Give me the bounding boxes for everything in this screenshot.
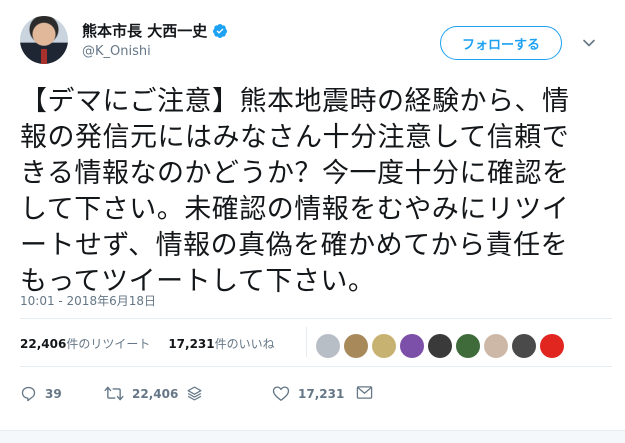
display-name-text: 熊本市長 大西一史 [82,22,208,40]
retweet-stat[interactable]: 22,406件のリツイート [20,335,150,352]
tweet-stats: 22,406件のリツイート 17,231件のいいね [20,335,275,352]
like-stat[interactable]: 17,231件のいいね [168,335,274,352]
author-avatar[interactable] [20,16,68,64]
liker-avatar[interactable] [456,334,480,358]
tweet-text: 【デマにご注意】熊本地震時の経験から、情 報の発信元にはみなさん十分注意して信頼… [20,86,570,297]
reply-count: 39 [45,386,62,401]
stack-action[interactable] [186,385,203,402]
verified-badge-icon [213,23,228,38]
reply-icon [21,386,36,402]
liker-avatar[interactable] [372,334,396,358]
message-action[interactable] [356,385,373,400]
envelope-icon [356,386,373,399]
liker-avatar[interactable] [428,334,452,358]
retweet-count: 22,406 [132,386,179,401]
reply-action[interactable]: 39 [20,385,62,402]
liker-avatar[interactable] [540,334,564,358]
layers-icon [187,386,202,401]
like-stat-label: 件のいいね [214,337,275,351]
retweet-action[interactable]: 22,406 [104,385,178,402]
retweet-icon [104,386,124,401]
author-handle[interactable]: @K_Onishi [82,44,151,59]
liker-avatar[interactable] [484,334,508,358]
like-count: 17,231 [298,386,345,401]
stats-bottom-divider [20,366,612,367]
liker-avatar[interactable] [344,334,368,358]
liker-avatar[interactable] [316,334,340,358]
stats-top-divider [20,318,612,319]
chevron-down-icon[interactable] [582,36,596,50]
liker-avatar[interactable] [400,334,424,358]
retweet-stat-count: 22,406 [20,337,67,351]
bottom-bar [0,430,625,443]
heart-icon [272,386,290,401]
stats-separator [306,327,307,357]
liker-avatar[interactable] [512,334,536,358]
follow-button[interactable]: フォローする [440,26,562,60]
retweet-stat-label: 件のリツイート [66,337,151,351]
tweet-timestamp[interactable]: 10:01 - 2018年6月18日 [20,292,156,309]
liker-avatars [316,334,564,358]
like-action[interactable]: 17,231 [272,385,344,402]
author-display-name[interactable]: 熊本市長 大西一史 [82,20,228,41]
like-stat-count: 17,231 [168,337,215,351]
